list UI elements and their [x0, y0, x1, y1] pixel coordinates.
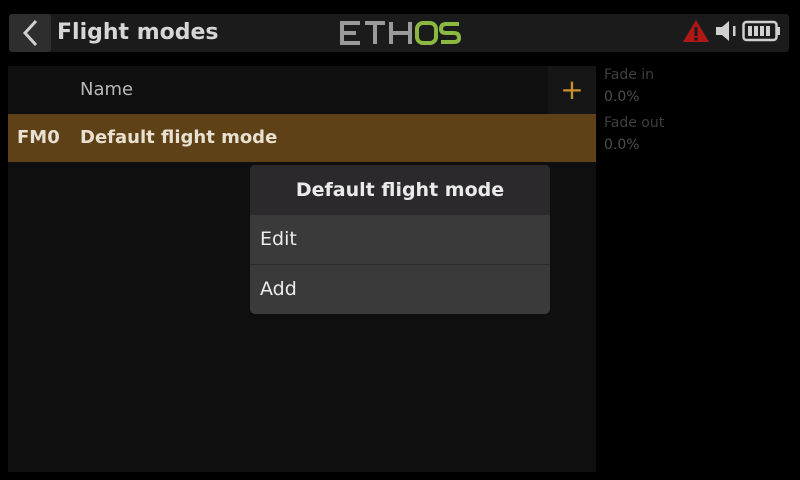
fade-out-value: 0.0%: [604, 137, 640, 153]
menu-item-edit[interactable]: Edit: [250, 214, 550, 263]
fade-in-value: 0.0%: [604, 89, 640, 105]
status-icons: [682, 18, 782, 44]
fade-in-label: Fade in: [604, 67, 655, 83]
header: Flight modes: [0, 0, 800, 62]
battery-icon: [742, 20, 780, 42]
ethos-logo: [340, 21, 462, 45]
context-menu: Default flight mode Edit Add: [250, 165, 550, 314]
back-button[interactable]: [9, 14, 51, 52]
warning-icon: [683, 20, 709, 42]
back-icon: [22, 19, 38, 47]
column-header-name: Name: [80, 79, 134, 100]
page-title: Flight modes: [57, 20, 219, 45]
context-menu-title: Default flight mode: [250, 165, 550, 214]
flight-mode-id: FM0: [17, 127, 60, 148]
add-flight-mode-button[interactable]: +: [548, 66, 596, 114]
speaker-icon: [716, 21, 736, 41]
flight-mode-name: Default flight mode: [80, 127, 278, 148]
fade-out-label: Fade out: [604, 115, 665, 131]
menu-item-add[interactable]: Add: [250, 264, 550, 313]
